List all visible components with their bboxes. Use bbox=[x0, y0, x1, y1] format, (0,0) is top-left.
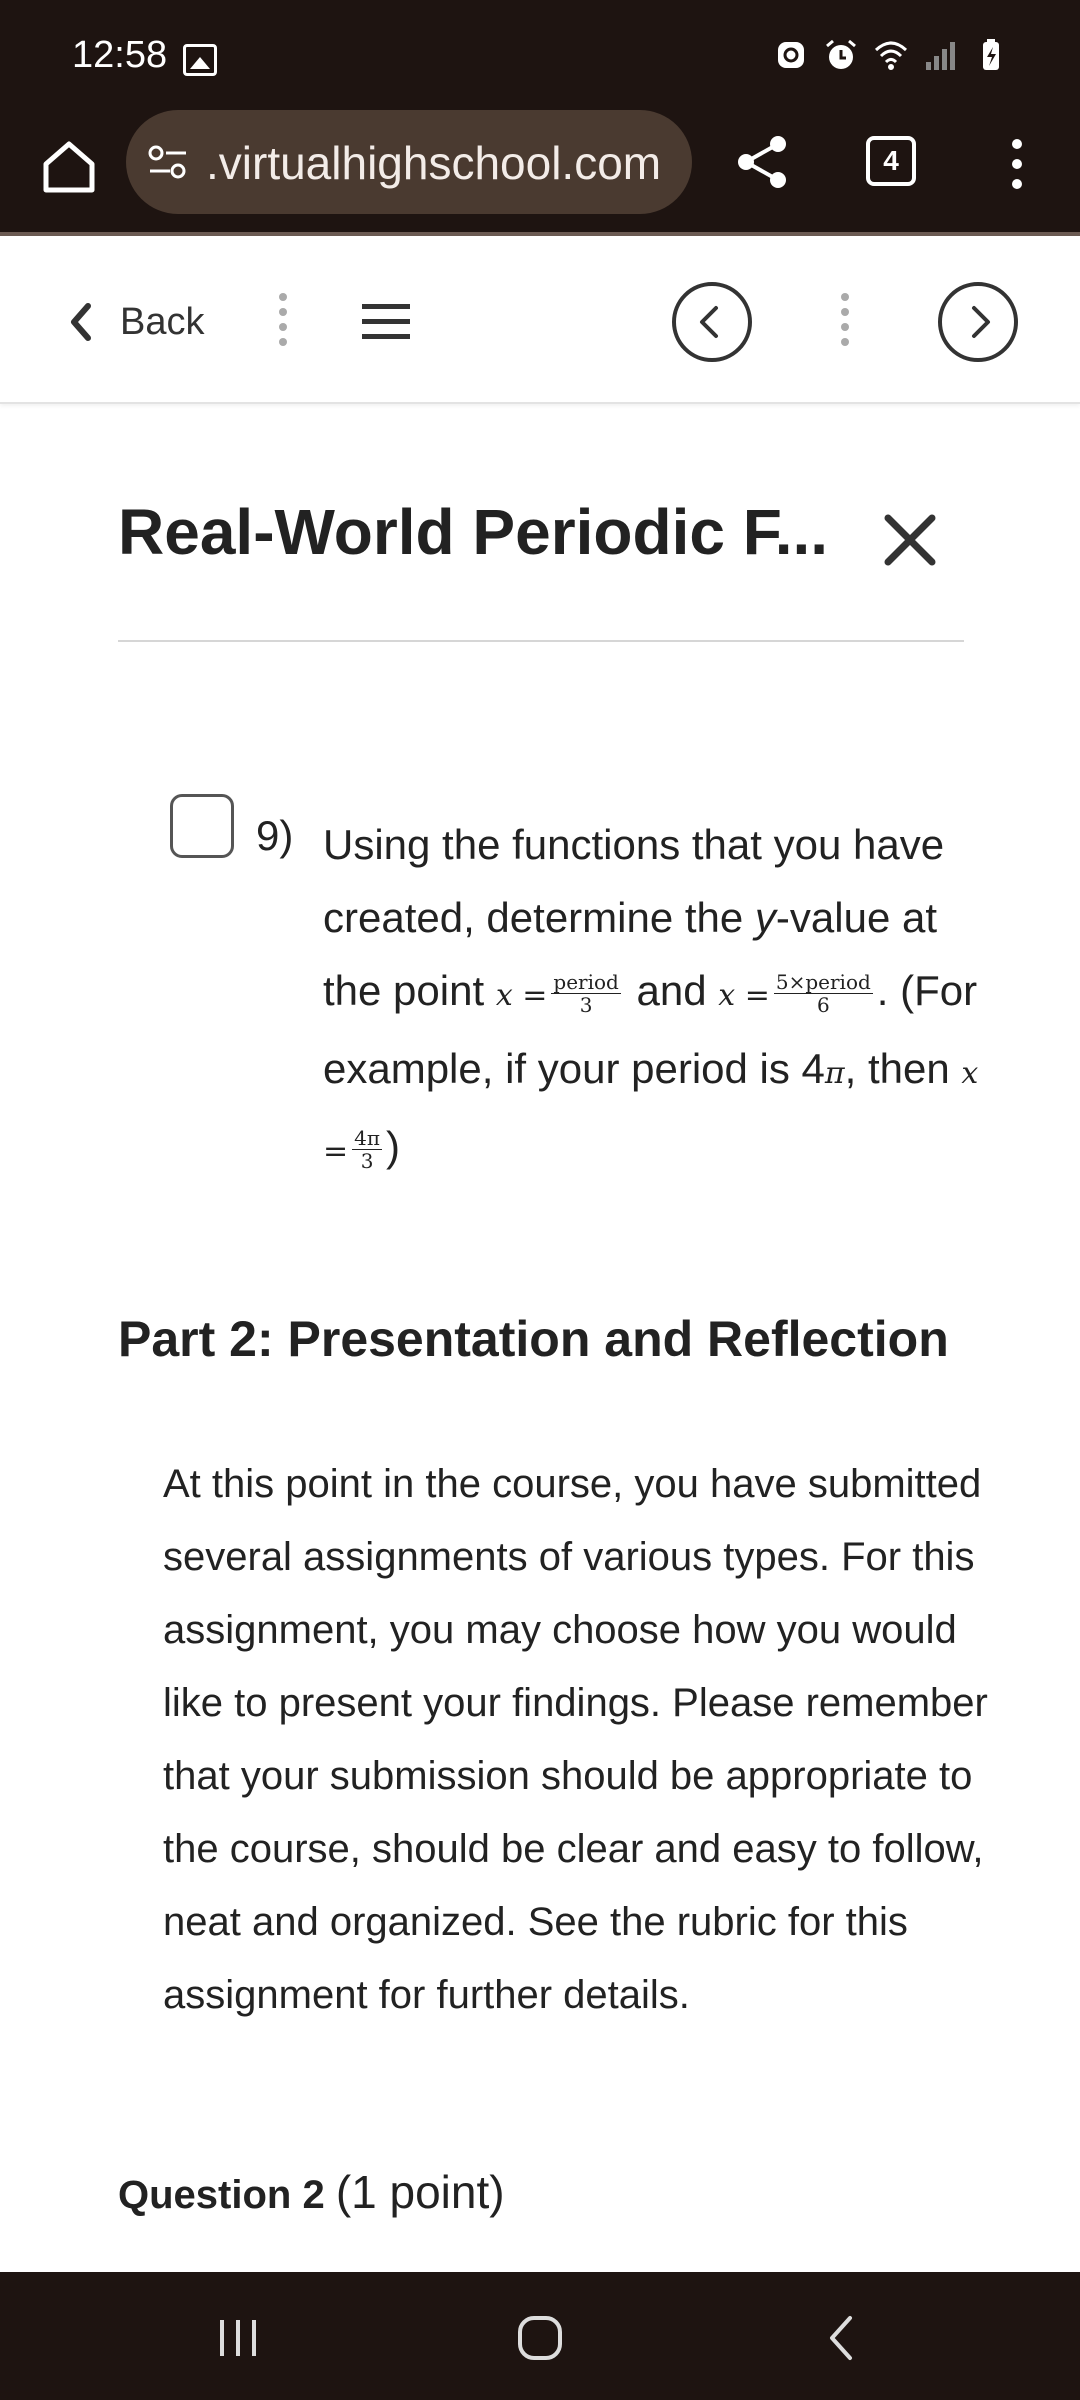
chevron-left-circle-icon bbox=[700, 306, 718, 338]
section-heading: Part 2: Presentation and Reflection bbox=[118, 1311, 949, 1367]
question-text-segment: , then bbox=[844, 1045, 962, 1092]
question-number: 9) bbox=[256, 812, 294, 859]
url-text: .virtualhighschool.com bbox=[206, 137, 662, 189]
alarm-icon bbox=[826, 39, 856, 69]
address-bar[interactable]: .virtualhighschool.com bbox=[126, 110, 692, 214]
fraction-numerator: 4π bbox=[352, 1126, 383, 1151]
pi-symbol: π bbox=[824, 1056, 845, 1091]
status-time: 12:58 bbox=[72, 34, 168, 76]
question-9-checkbox[interactable] bbox=[170, 794, 234, 858]
fraction-denominator: 6 bbox=[816, 993, 830, 1018]
fraction-4pi-over-3: 4π 3 bbox=[352, 1126, 383, 1174]
question-points: (1 point) bbox=[335, 2166, 505, 2218]
fraction-5period-over-6: 5×period 6 bbox=[773, 970, 873, 1018]
chevron-left-icon bbox=[71, 303, 91, 341]
home-icon[interactable] bbox=[34, 132, 104, 202]
recent-apps-icon[interactable] bbox=[208, 2308, 268, 2368]
browser-toolbar: .virtualhighschool.com 4 bbox=[0, 110, 1080, 236]
question-text-segment: and bbox=[624, 967, 719, 1014]
home-nav-icon[interactable] bbox=[510, 2308, 570, 2368]
equation-lhs: x = bbox=[495, 978, 548, 1013]
site-settings-icon[interactable] bbox=[146, 140, 190, 184]
battery-charging-icon bbox=[983, 39, 999, 70]
back-button[interactable]: Back bbox=[66, 290, 204, 354]
fraction-period-over-3: period 3 bbox=[551, 970, 621, 1018]
fraction-denominator: 3 bbox=[360, 1149, 374, 1174]
question-title: Question 2 bbox=[118, 2173, 325, 2217]
question-text-segment: . bbox=[876, 967, 889, 1014]
close-icon[interactable] bbox=[878, 508, 942, 572]
y-variable: y bbox=[754, 894, 776, 941]
table-of-contents-menu-icon[interactable] bbox=[360, 300, 412, 344]
fraction-numerator: period bbox=[551, 970, 621, 995]
section-body-text: At this point in the course, you have su… bbox=[163, 1462, 988, 2017]
status-bar: 12:58 bbox=[0, 0, 1080, 110]
title-divider bbox=[118, 640, 964, 642]
course-navigation-bar: Back bbox=[0, 240, 1080, 404]
page-title: Real-World Periodic F... bbox=[118, 496, 829, 568]
status-icons bbox=[774, 38, 1008, 72]
fraction-numerator: 5×period bbox=[773, 970, 873, 995]
equation-lhs: x = bbox=[718, 978, 770, 1013]
fraction-denominator: 3 bbox=[579, 993, 593, 1018]
more-options-icon[interactable] bbox=[1000, 134, 1034, 194]
next-topic-button[interactable] bbox=[938, 282, 1018, 362]
signal-icon bbox=[926, 42, 955, 70]
share-icon[interactable] bbox=[730, 130, 794, 194]
back-nav-icon[interactable] bbox=[812, 2308, 872, 2368]
question-2-header: Question 2 (1 point) bbox=[118, 2165, 505, 2219]
divider-dots-icon bbox=[279, 293, 287, 346]
tab-switcher-button[interactable]: 4 bbox=[866, 136, 916, 186]
wifi-icon bbox=[874, 41, 908, 70]
chevron-right-circle-icon bbox=[972, 306, 990, 338]
divider-dots-icon bbox=[841, 293, 849, 346]
sync-icon bbox=[778, 42, 804, 68]
gallery-notification-icon bbox=[183, 44, 217, 76]
system-navigation-bar bbox=[0, 2272, 1080, 2400]
question-text-segment: ) bbox=[386, 1123, 401, 1170]
previous-topic-button[interactable] bbox=[672, 282, 752, 362]
question-9-text: Using the functions that you have create… bbox=[323, 808, 1003, 1188]
back-label: Back bbox=[120, 300, 205, 343]
